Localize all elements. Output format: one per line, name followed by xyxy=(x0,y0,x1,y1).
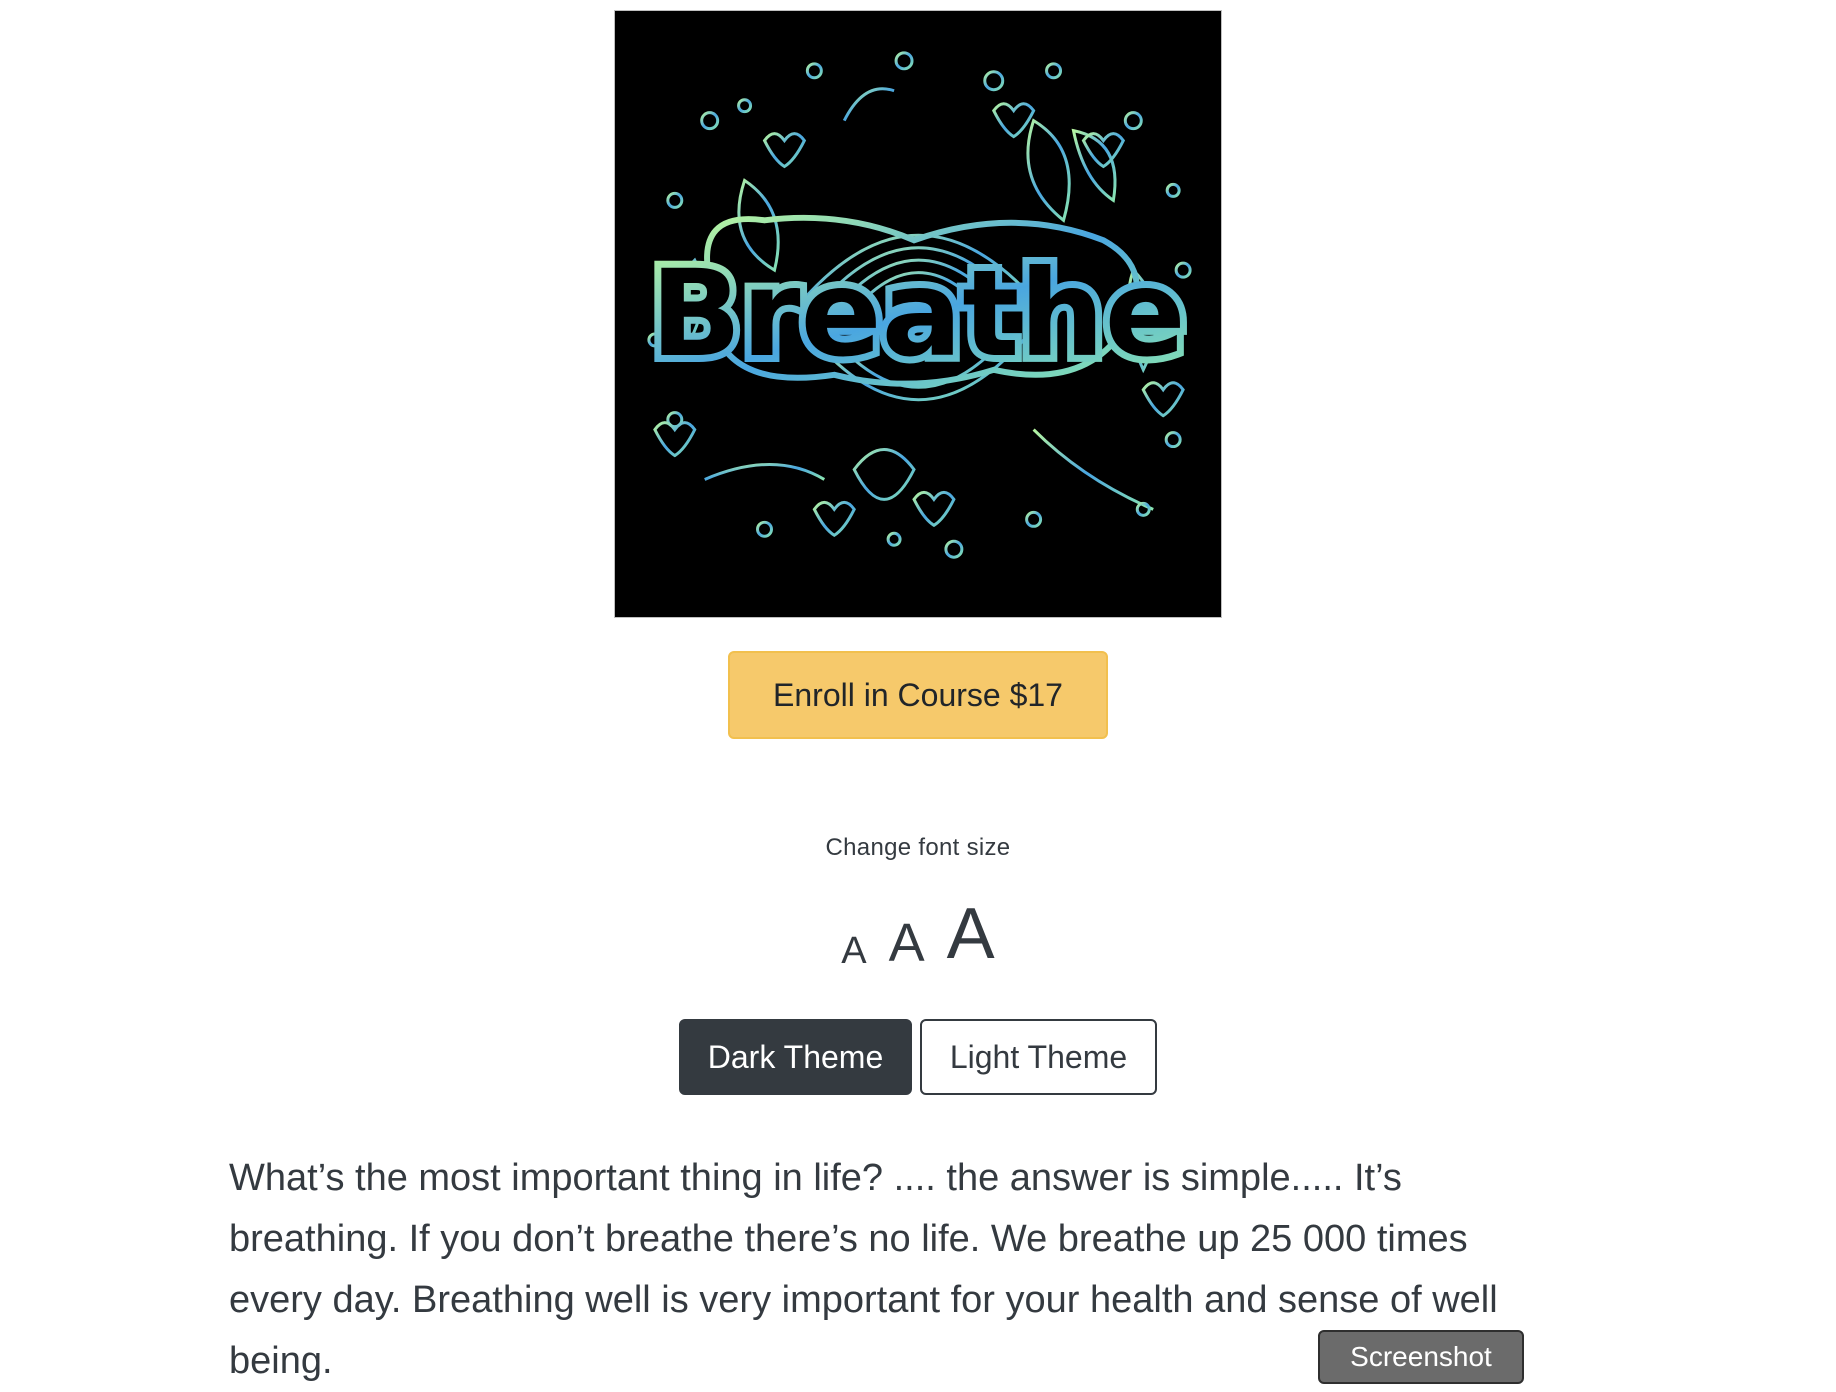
hero-word: Breathe xyxy=(650,245,1185,384)
dark-theme-button[interactable]: Dark Theme xyxy=(679,1019,912,1095)
light-theme-button[interactable]: Light Theme xyxy=(920,1019,1157,1095)
font-size-medium-button[interactable]: A xyxy=(889,916,925,970)
font-size-large-button[interactable]: A xyxy=(947,898,995,970)
breathe-artwork: Breathe xyxy=(643,51,1193,559)
font-size-controls: A A A xyxy=(0,890,1836,970)
screenshot-tooltip: Screenshot xyxy=(1318,1330,1524,1384)
hero-image: Breathe xyxy=(614,10,1222,618)
enroll-button[interactable]: Enroll in Course $17 xyxy=(728,651,1108,739)
font-size-label: Change font size xyxy=(825,834,1011,861)
font-size-small-button[interactable]: A xyxy=(841,932,866,970)
